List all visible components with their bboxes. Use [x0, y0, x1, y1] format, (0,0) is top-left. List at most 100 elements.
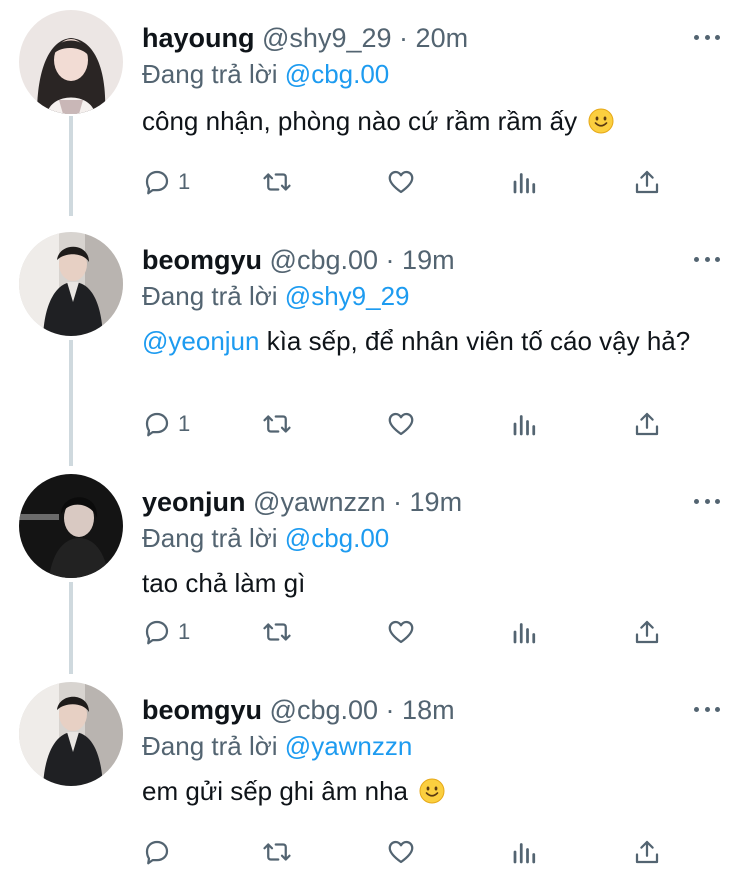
more-icon[interactable] — [694, 488, 720, 514]
separator-dot: · — [399, 23, 409, 53]
retweet-icon — [263, 415, 291, 433]
tweet-header: yeonjun @yawnzzn · 19m — [142, 486, 680, 518]
display-name[interactable]: beomgyu — [142, 245, 262, 275]
reply-button[interactable]: 1 — [142, 162, 190, 202]
tweet[interactable]: beomgyu @cbg.00 · 19m Đang trả lời @shy9… — [0, 232, 750, 472]
retweet-icon — [263, 623, 291, 641]
tweet-text-content: kìa sếp, để nhân viên tố cáo vậy hả? — [259, 326, 691, 356]
tweet-actions: 1 — [142, 612, 682, 652]
share-button[interactable] — [632, 162, 662, 202]
replying-to-mention[interactable]: @yawnzzn — [285, 731, 413, 761]
smile-emoji — [419, 778, 445, 804]
share-button[interactable] — [632, 832, 662, 872]
analytics-button[interactable] — [510, 162, 540, 202]
replying-to-mention[interactable]: @cbg.00 — [285, 59, 389, 89]
analytics-button[interactable] — [510, 404, 540, 444]
like-button[interactable] — [386, 162, 416, 202]
tweet-text: công nhận, phòng nào cứ rầm rầm ấy — [142, 104, 712, 138]
retweet-button[interactable] — [262, 832, 292, 872]
separator-dot: · — [385, 245, 395, 275]
replying-prefix: Đang trả lời — [142, 523, 278, 553]
replying-to: Đang trả lời @yawnzzn — [142, 730, 412, 762]
retweet-button[interactable] — [262, 162, 292, 202]
like-icon — [388, 620, 414, 644]
replying-to-mention[interactable]: @shy9_29 — [285, 281, 410, 311]
analytics-icon — [513, 173, 536, 194]
reply-count: 1 — [178, 169, 191, 194]
avatar[interactable] — [19, 232, 123, 336]
user-handle[interactable]: @cbg.00 — [270, 695, 378, 725]
analytics-icon — [513, 623, 536, 644]
tweet-text: @yeonjun kìa sếp, để nhân viên tố cáo vậ… — [142, 324, 712, 358]
replying-to: Đang trả lời @shy9_29 — [142, 280, 410, 312]
tweet-text: tao chả làm gì — [142, 566, 712, 600]
retweet-icon — [263, 843, 291, 861]
reply-icon — [145, 170, 169, 195]
like-button[interactable] — [386, 612, 416, 652]
reply-icon — [145, 620, 169, 645]
like-icon — [388, 840, 414, 864]
tweet-text: em gửi sếp ghi âm nha — [142, 774, 712, 808]
tweet-text-content: tao chả làm gì — [142, 568, 306, 598]
tweet-actions: 1 — [142, 404, 682, 444]
more-icon[interactable] — [694, 696, 720, 722]
display-name[interactable]: yeonjun — [142, 487, 246, 517]
reply-count: 1 — [178, 619, 191, 644]
analytics-button[interactable] — [510, 612, 540, 652]
tweet[interactable]: beomgyu @cbg.00 · 18m Đang trả lời @yawn… — [0, 682, 750, 879]
reply-button[interactable] — [142, 832, 178, 872]
reply-count: 1 — [178, 411, 191, 436]
avatar[interactable] — [19, 474, 123, 578]
user-handle[interactable]: @yawnzzn — [253, 487, 385, 517]
share-button[interactable] — [632, 404, 662, 444]
display-name[interactable]: beomgyu — [142, 695, 262, 725]
separator-dot: · — [393, 487, 403, 517]
body-mention[interactable]: @yeonjun — [142, 326, 259, 356]
display-name[interactable]: hayoung — [142, 23, 255, 53]
replying-prefix: Đang trả lời — [142, 59, 278, 89]
reply-button[interactable]: 1 — [142, 612, 190, 652]
analytics-icon — [513, 843, 536, 864]
analytics-icon — [513, 415, 536, 436]
more-icon[interactable] — [694, 24, 720, 50]
reply-thread: hayoung @shy9_29 · 20m Đang trả lời @cbg… — [0, 0, 750, 879]
replying-prefix: Đang trả lời — [142, 281, 278, 311]
avatar[interactable] — [19, 682, 123, 786]
user-handle[interactable]: @shy9_29 — [262, 23, 392, 53]
retweet-button[interactable] — [262, 612, 292, 652]
tweet[interactable]: yeonjun @yawnzzn · 19m Đang trả lời @cbg… — [0, 474, 750, 674]
reply-button[interactable]: 1 — [142, 404, 190, 444]
tweet-header: hayoung @shy9_29 · 20m — [142, 22, 680, 54]
analytics-button[interactable] — [510, 832, 540, 872]
more-icon[interactable] — [694, 246, 720, 272]
tweet-actions — [142, 832, 682, 872]
share-icon — [635, 412, 659, 436]
replying-to-mention[interactable]: @cbg.00 — [285, 523, 389, 553]
tweet-text-content: công nhận, phòng nào cứ rầm rầm ấy — [142, 106, 578, 136]
separator-dot: · — [385, 695, 395, 725]
timestamp[interactable]: 18m — [402, 695, 455, 725]
avatar[interactable] — [19, 10, 123, 114]
user-handle[interactable]: @cbg.00 — [270, 245, 378, 275]
reply-icon — [145, 840, 169, 865]
smile-emoji — [588, 108, 614, 134]
reply-icon — [145, 412, 169, 437]
share-icon — [635, 840, 659, 864]
replying-to: Đang trả lời @cbg.00 — [142, 58, 389, 90]
share-icon — [635, 620, 659, 644]
replying-to: Đang trả lời @cbg.00 — [142, 522, 389, 554]
like-button[interactable] — [386, 404, 416, 444]
timestamp[interactable]: 19m — [410, 487, 463, 517]
tweet[interactable]: hayoung @shy9_29 · 20m Đang trả lời @cbg… — [0, 10, 750, 230]
share-icon — [635, 170, 659, 194]
retweet-icon — [263, 173, 291, 191]
like-button[interactable] — [386, 832, 416, 872]
replying-prefix: Đang trả lời — [142, 731, 278, 761]
timestamp[interactable]: 20m — [416, 23, 469, 53]
timestamp[interactable]: 19m — [402, 245, 455, 275]
share-button[interactable] — [632, 612, 662, 652]
like-icon — [388, 412, 414, 436]
retweet-button[interactable] — [262, 404, 292, 444]
tweet-header: beomgyu @cbg.00 · 18m — [142, 694, 680, 726]
tweet-text-content: em gửi sếp ghi âm nha — [142, 776, 408, 806]
